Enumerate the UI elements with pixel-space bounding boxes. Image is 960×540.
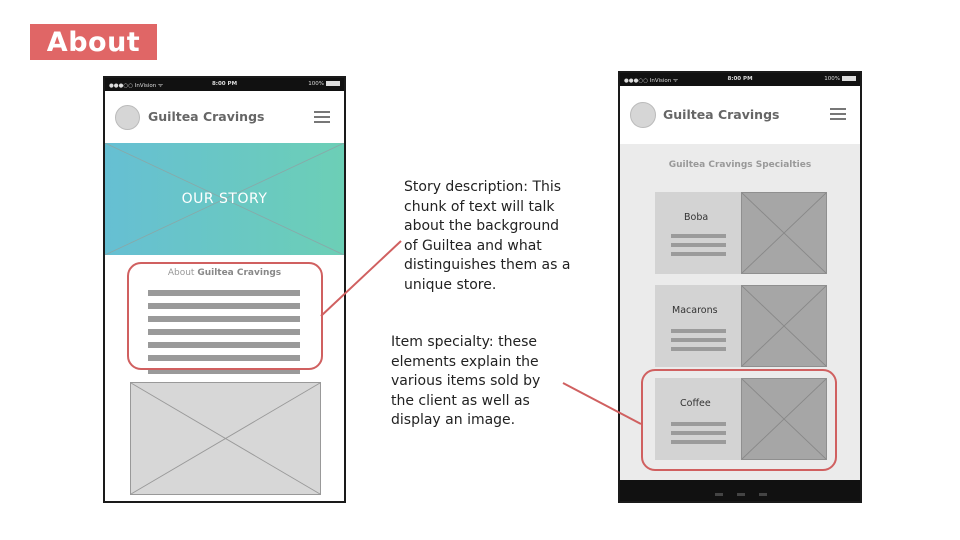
specialty-image — [741, 285, 827, 367]
status-bar: ●●●○○ InVision ᯤ 8:00 PM 100% — [105, 78, 344, 91]
specialty-image — [741, 192, 827, 274]
bottom-toolbar — [620, 480, 860, 501]
specialty-label: Macarons — [672, 305, 718, 316]
image-placeholder-icon — [131, 383, 320, 494]
toolbar-icon[interactable] — [759, 493, 767, 496]
image-placeholder — [130, 382, 321, 495]
battery-percent: 100% — [308, 81, 324, 87]
image-placeholder-icon — [742, 286, 826, 366]
text-line — [671, 243, 726, 247]
hero-title: OUR STORY — [181, 191, 268, 207]
story-description-highlight — [127, 262, 323, 370]
annotation-line: distinguishes them as a — [404, 257, 571, 273]
text-line — [671, 347, 726, 351]
item-specialty-annotation: Item specialty: these elements explain t… — [391, 333, 540, 431]
slide-title: About — [30, 24, 157, 60]
annotation-line: Item specialty: these — [391, 334, 537, 350]
annotation-line: unique store. — [404, 276, 497, 293]
logo-placeholder-icon[interactable] — [630, 102, 656, 128]
annotation-line: of Guiltea and what — [404, 237, 542, 254]
specialty-card-boba[interactable] — [655, 192, 741, 274]
nav-bar: Guiltea Cravings — [105, 91, 344, 141]
annotation-line: the client as well as — [391, 392, 530, 409]
annotation-line: chunk of text will talk — [404, 198, 555, 215]
status-bar: ●●●○○ InVision ᯤ 8:00 PM 100% — [620, 73, 860, 86]
toolbar-icon[interactable] — [715, 493, 723, 496]
annotation-line: about the background — [404, 218, 560, 234]
battery-icon — [326, 81, 340, 86]
annotation-line: display an image. — [391, 412, 516, 428]
battery-status: 100% — [308, 81, 340, 87]
text-line — [671, 234, 726, 238]
brand-name[interactable]: Guiltea Cravings — [663, 107, 779, 122]
brand-name[interactable]: Guiltea Cravings — [148, 109, 264, 124]
specialty-card-macarons[interactable] — [655, 285, 741, 367]
story-description-annotation: Story description: This chunk of text wi… — [404, 178, 570, 295]
toolbar-icon[interactable] — [737, 493, 745, 496]
battery-icon — [842, 76, 856, 81]
specialties-title: Guiltea Cravings Specialties — [668, 160, 812, 170]
nav-bar: Guiltea Cravings — [620, 86, 860, 144]
battery-status: 100% — [824, 76, 856, 82]
specialty-label: Boba — [684, 212, 709, 223]
image-placeholder-icon — [742, 193, 826, 273]
hero-banner: OUR STORY — [105, 143, 344, 255]
annotation-line: elements explain the — [391, 353, 539, 370]
annotation-line: various items sold by — [391, 373, 541, 389]
logo-placeholder-icon[interactable] — [115, 105, 140, 130]
hamburger-menu-icon[interactable] — [830, 108, 846, 120]
item-specialty-highlight — [641, 369, 837, 471]
text-line — [671, 329, 726, 333]
hamburger-menu-icon[interactable] — [314, 111, 330, 123]
annotation-line: Story description: This — [404, 179, 562, 195]
battery-percent: 100% — [824, 76, 840, 82]
text-line — [671, 252, 726, 256]
text-line — [671, 338, 726, 342]
